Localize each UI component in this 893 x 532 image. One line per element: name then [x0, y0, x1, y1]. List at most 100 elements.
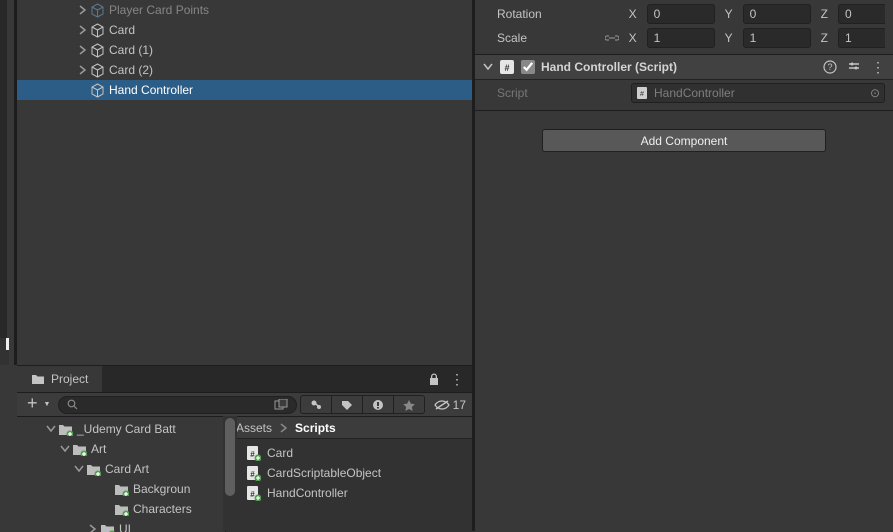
scale-y-input[interactable]: [743, 28, 811, 48]
asset-item-handcontroller[interactable]: # HandController: [226, 483, 472, 503]
folder-item-udemy-card-batt[interactable]: _Udemy Card Batt: [17, 419, 225, 439]
hierarchy-item-label: Card (1): [109, 43, 153, 57]
foldout-down-icon[interactable]: [483, 63, 493, 71]
folder-item-art[interactable]: Art: [17, 439, 225, 459]
foldout-right-icon[interactable]: [77, 4, 89, 16]
asset-item-card[interactable]: # Card: [226, 443, 472, 463]
project-tab-label: Project: [51, 372, 88, 386]
csharp-file-icon: #: [246, 445, 261, 461]
hierarchy-item-card-1-[interactable]: Card (1): [17, 40, 472, 60]
gameobject-icon: [89, 2, 105, 18]
component-menu-icon[interactable]: ⋮: [871, 59, 885, 76]
inspector-panel: Rotation X Y Z Scale X Y Z #: [472, 0, 893, 531]
scale-z-input[interactable]: [838, 28, 885, 48]
breadcrumb-current[interactable]: Scripts: [295, 421, 336, 435]
filter-by-label-button[interactable]: [331, 395, 363, 414]
rotation-x-input[interactable]: [647, 4, 715, 24]
csharp-script-icon: #: [499, 59, 515, 75]
folder-label: Card Art: [105, 462, 149, 476]
asset-label: HandController: [267, 486, 348, 500]
breadcrumb: Assets Scripts: [226, 417, 472, 439]
folder-item-card-art[interactable]: Card Art: [17, 459, 225, 479]
rotation-z-input[interactable]: [838, 4, 885, 24]
folder-icon: [71, 441, 87, 457]
component-enabled-checkbox[interactable]: [521, 60, 535, 74]
folder-icon: [85, 461, 101, 477]
help-icon[interactable]: ?: [823, 60, 837, 74]
foldout-right-icon[interactable]: [77, 24, 89, 36]
folder-item-characters[interactable]: Characters: [17, 499, 225, 519]
project-panel: Project ⋮ + ▼: [17, 365, 472, 531]
hierarchy-item-label: Card (2): [109, 63, 153, 77]
script-object-field[interactable]: # HandController ⊙: [631, 83, 885, 103]
asset-item-cardscriptableobject[interactable]: #CardScriptableObject: [226, 463, 472, 483]
save-search-button[interactable]: [393, 395, 425, 414]
constrain-scale-icon[interactable]: [605, 33, 619, 43]
project-search[interactable]: [58, 396, 296, 414]
scale-x-input[interactable]: [647, 28, 715, 48]
tab-strip: [0, 338, 9, 365]
create-asset-button[interactable]: +: [23, 393, 40, 417]
svg-text:?: ?: [827, 62, 832, 72]
project-folder-tree: _Udemy Card Batt Art Card Art Backgroun Char…: [17, 417, 225, 532]
asset-label: Card: [267, 446, 293, 460]
project-tab[interactable]: Project: [17, 366, 102, 392]
create-asset-dropdown-icon[interactable]: ▼: [44, 401, 55, 408]
folder-label: Characters: [133, 502, 192, 516]
axis-y-label: Y: [721, 31, 737, 45]
axis-x-label: X: [625, 7, 641, 21]
project-search-input[interactable]: [84, 399, 267, 411]
folder-item-ui[interactable]: UI: [17, 519, 225, 532]
object-picker-icon[interactable]: ⊙: [870, 86, 880, 100]
folder-icon: [57, 421, 73, 437]
script-property-label: Script: [497, 86, 625, 100]
rotation-y-input[interactable]: [743, 4, 811, 24]
script-property-row: Script # HandController ⊙: [475, 80, 893, 106]
foldout-down-icon[interactable]: [73, 463, 85, 475]
folder-icon: [113, 501, 129, 517]
hierarchy-panel: Player Card Points Card Card (1) Card (2) Ha…: [0, 0, 472, 365]
breadcrumb-root[interactable]: Assets: [236, 421, 272, 435]
hierarchy-item-label: Player Card Points: [109, 3, 209, 17]
lock-icon[interactable]: [428, 373, 440, 386]
hierarchy-item-label: Hand Controller: [109, 83, 193, 97]
filter-by-type-button[interactable]: [300, 395, 332, 414]
folder-item-backgroun[interactable]: Backgroun: [17, 479, 225, 499]
tab-dropdown-icon[interactable]: [6, 338, 9, 350]
script-name: HandController: [654, 86, 735, 100]
svg-text:#: #: [504, 63, 509, 73]
project-tree-scrollbar[interactable]: [223, 416, 237, 531]
foldout-right-icon[interactable]: [77, 44, 89, 56]
axis-y-label: Y: [721, 7, 737, 21]
foldout-right-icon[interactable]: [77, 64, 89, 76]
axis-z-label: Z: [817, 7, 832, 21]
hidden-items-count: 17: [453, 398, 466, 412]
project-toolbar: + ▼ 17: [17, 392, 472, 417]
hierarchy-item-hand-controller[interactable]: Hand Controller: [17, 80, 472, 100]
folder-label: _Udemy Card Batt: [77, 422, 176, 436]
hierarchy-edge: [0, 0, 7, 338]
rotation-row: Rotation X Y Z: [475, 2, 893, 26]
hidden-items-indicator[interactable]: 17: [429, 398, 466, 412]
kebab-menu-icon[interactable]: ⋮: [450, 375, 464, 383]
project-asset-view: Assets Scripts # Card #CardScriptableObjec…: [225, 417, 472, 532]
foldout-down-icon[interactable]: [45, 423, 57, 435]
search-context-icon[interactable]: [274, 399, 288, 411]
project-tab-bar: Project ⋮: [17, 366, 472, 392]
search-icon: [67, 399, 78, 410]
add-component-button[interactable]: Add Component: [542, 129, 826, 152]
rotation-label: Rotation: [497, 7, 599, 21]
filter-log-button[interactable]: [362, 395, 394, 414]
component-header[interactable]: # Hand Controller (Script) ? ⋮: [475, 54, 893, 80]
foldout-down-icon[interactable]: [59, 443, 71, 455]
axis-z-label: Z: [817, 31, 832, 45]
presets-icon[interactable]: [847, 60, 861, 74]
hierarchy-item-card-2-[interactable]: Card (2): [17, 60, 472, 80]
hierarchy-item-card[interactable]: Card: [17, 20, 472, 40]
hierarchy-item-player-card-points[interactable]: Player Card Points: [17, 0, 472, 20]
folder-label: Art: [91, 442, 106, 456]
gameobject-icon: [89, 42, 105, 58]
chevron-right-icon: [280, 423, 287, 433]
csharp-file-icon: #: [246, 485, 261, 501]
csharp-file-icon: #: [246, 465, 261, 481]
